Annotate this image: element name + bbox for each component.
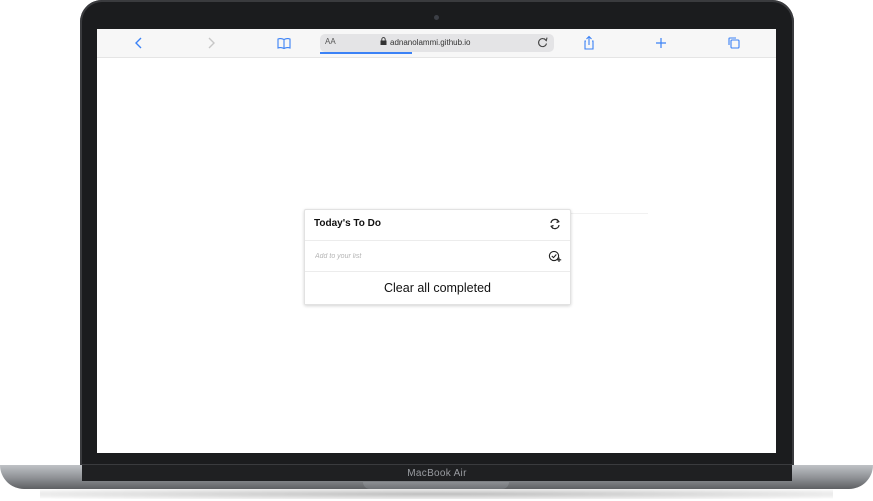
laptop-shadow <box>40 489 833 499</box>
add-check-icon[interactable] <box>548 249 562 263</box>
todo-title: Today's To Do <box>314 218 382 229</box>
url-text-wrap: adnanolammi.github.io <box>380 37 471 47</box>
page-load-progress <box>320 52 412 54</box>
new-tab-plus-icon[interactable] <box>653 35 669 51</box>
browser-toolbar: AA adnanolammi.github.io <box>97 29 776 58</box>
camera <box>434 15 439 20</box>
forward-chevron-right-icon[interactable] <box>203 35 219 51</box>
lock-icon <box>380 37 387 47</box>
address-bar[interactable]: AA adnanolammi.github.io <box>320 34 554 54</box>
url-text: adnanolammi.github.io <box>390 37 471 47</box>
tabs-icon[interactable] <box>726 35 742 51</box>
screen: AA adnanolammi.github.io Today's To Do A… <box>97 29 776 453</box>
laptop-hinge: MacBook Air <box>82 465 792 481</box>
refresh-icon[interactable] <box>549 217 561 234</box>
reload-icon[interactable] <box>537 35 548 52</box>
add-todo-input[interactable] <box>313 247 537 265</box>
todo-header: Today's To Do <box>305 210 570 241</box>
decorative-line <box>570 213 648 214</box>
share-icon[interactable] <box>581 35 597 51</box>
todo-card: Today's To Do Clear all completed <box>304 209 571 305</box>
reader-button[interactable]: AA <box>325 37 336 46</box>
back-chevron-left-icon[interactable] <box>131 35 147 51</box>
laptop-notch <box>363 482 509 489</box>
todo-add-row <box>305 241 570 272</box>
device-label: MacBook Air <box>407 467 467 479</box>
clear-completed-button[interactable]: Clear all completed <box>305 272 570 304</box>
bookmarks-book-icon[interactable] <box>276 35 292 51</box>
